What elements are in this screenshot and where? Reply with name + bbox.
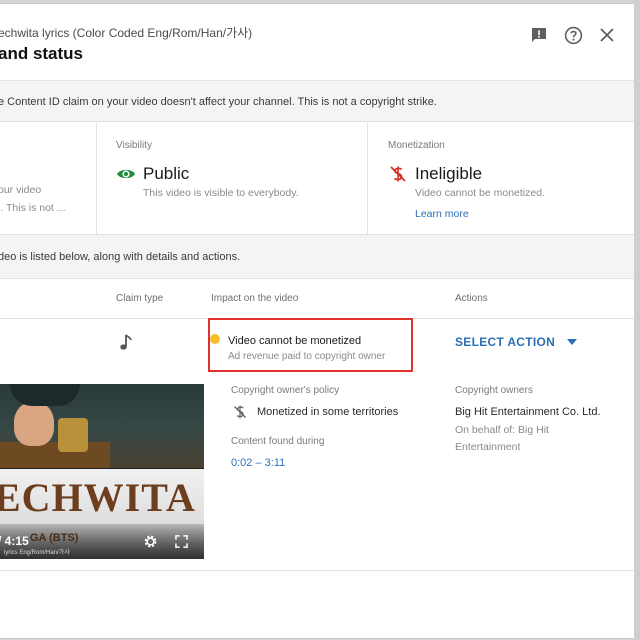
content-id-banner: e Content ID claim on your video doesn't… <box>0 81 634 121</box>
help-icon-svg <box>564 26 582 44</box>
monetization-description: Video cannot be monetized. <box>415 187 545 199</box>
thumbnail-hat <box>10 384 80 406</box>
copyright-claim-dialog: echwita lyrics (Color Coded Eng/Rom/Han/… <box>0 4 634 638</box>
feedback-icon[interactable] <box>528 24 550 46</box>
thumbnail-ornament <box>58 418 88 452</box>
no-money-icon <box>388 164 408 184</box>
music-note-icon <box>119 334 133 352</box>
feedback-icon-svg <box>532 28 546 42</box>
monetization-label: Monetization <box>388 140 445 151</box>
claims-banner-divider <box>0 278 634 279</box>
thumbnail-caption: lyrics Eng/Rom/Han/가사 <box>4 550 70 556</box>
monetized-icon <box>232 404 248 420</box>
fullscreen-icon-svg <box>174 534 188 548</box>
owner-name: Big Hit Entertainment Co. Ltd. <box>455 406 601 418</box>
select-action-label: SELECT ACTION <box>455 335 556 349</box>
help-icon[interactable] <box>562 24 584 46</box>
thumbnail-face <box>14 402 54 446</box>
col-impact: Impact on the video <box>211 293 299 304</box>
content-range-link[interactable]: 0:02 – 3:11 <box>231 457 285 469</box>
on-behalf-line1: On behalf of: Big Hit <box>455 424 549 436</box>
no-money-icon-svg <box>390 166 406 182</box>
owners-label: Copyright owners <box>455 385 533 396</box>
summary-left-line1: our video <box>0 184 42 196</box>
learn-more-link[interactable]: Learn more <box>415 208 469 220</box>
player-time: / 4:15 <box>0 534 29 548</box>
summary-divider-1 <box>96 122 97 234</box>
policy-value: Monetized in some territories <box>257 406 399 418</box>
thumbnail-subtitle: GA (BTS) <box>30 532 79 544</box>
gear-icon <box>144 535 156 547</box>
claims-banner: deo is listed below, along with details … <box>0 235 634 278</box>
close-icon-svg <box>600 28 614 42</box>
thumbnail-scene <box>0 384 204 472</box>
music-note-icon-svg <box>120 334 132 350</box>
content-found-label: Content found during <box>231 436 325 447</box>
eye-icon-svg <box>117 169 135 179</box>
settings-gear-icon[interactable] <box>142 533 158 549</box>
summary-divider-2 <box>367 122 368 234</box>
impact-status-dot <box>210 334 220 344</box>
thumbnail-title-word: ECHWITA <box>0 475 196 520</box>
monetized-icon-svg <box>234 405 246 419</box>
eye-icon <box>116 166 136 182</box>
select-action-button[interactable]: SELECT ACTION <box>455 335 578 349</box>
col-claim-type: Claim type <box>116 293 164 304</box>
summary-left-line2: l. This is not ... <box>0 202 66 214</box>
visibility-label: Visibility <box>116 140 152 151</box>
on-behalf-line2: Entertainment <box>455 441 521 453</box>
impact-subtitle: Ad revenue paid to copyright owner <box>228 351 386 362</box>
policy-label: Copyright owner's policy <box>231 385 340 396</box>
impact-title: Video cannot be monetized <box>228 335 362 347</box>
background-edge <box>634 0 640 640</box>
video-title: echwita lyrics (Color Coded Eng/Rom/Han/… <box>0 26 253 40</box>
visibility-value: Public <box>143 164 190 183</box>
fullscreen-icon[interactable] <box>173 533 189 549</box>
monetization-value: Ineligible <box>415 164 483 183</box>
claims-banner-text: deo is listed below, along with details … <box>0 251 241 263</box>
banner-text: e Content ID claim on your video doesn't… <box>0 96 437 108</box>
claim-row-divider <box>0 570 634 571</box>
dialog-title: and status <box>0 44 84 63</box>
col-actions: Actions <box>455 293 488 304</box>
visibility-description: This video is visible to everybody. <box>143 187 299 199</box>
close-icon[interactable] <box>596 24 618 46</box>
chevron-down-icon <box>567 339 578 345</box>
video-player[interactable]: ECHWITA / 4:15 GA (BTS) lyrics Eng/Rom/H… <box>0 384 204 559</box>
